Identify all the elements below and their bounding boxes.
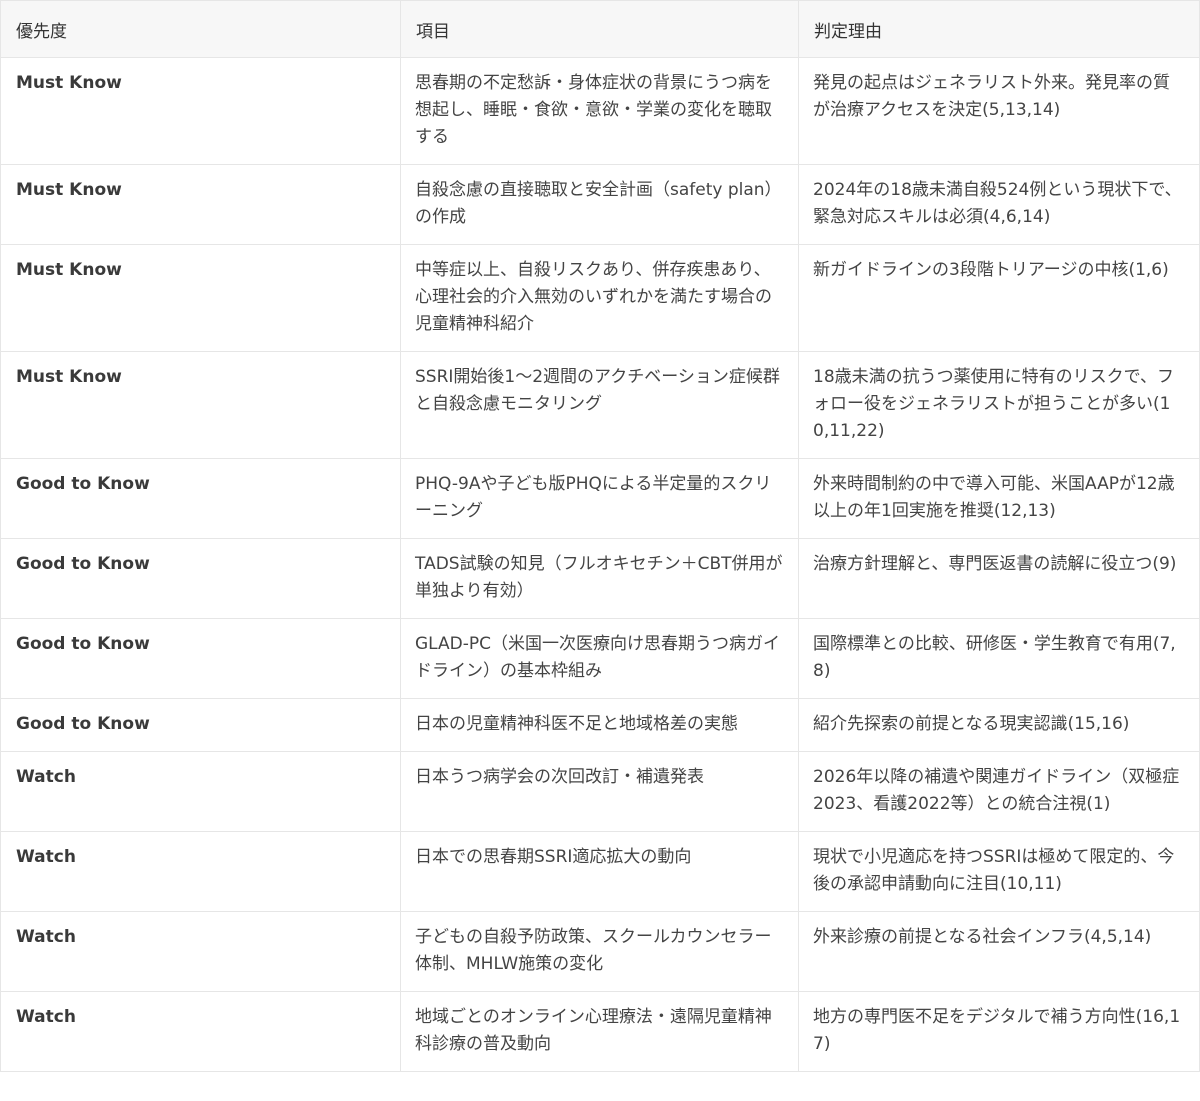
priority-cell: Good to Know (0, 618, 401, 699)
priority-cell: Must Know (0, 57, 401, 165)
table-row: Good to Know 日本の児童精神科医不足と地域格差の実態 紹介先探索の前… (0, 698, 1200, 752)
reason-cell: 新ガイドラインの3段階トリアージの中核(1,6) (798, 244, 1200, 352)
header-reason: 判定理由 (798, 0, 1200, 58)
table-row: Watch 日本うつ病学会の次回改訂・補遺発表 2026年以降の補遺や関連ガイド… (0, 751, 1200, 832)
priority-cell: Must Know (0, 244, 401, 352)
header-item: 項目 (400, 0, 799, 58)
reason-cell: 発見の起点はジェネラリスト外来。発見率の質が治療アクセスを決定(5,13,14) (798, 57, 1200, 165)
reason-cell: 治療方針理解と、専門医返書の読解に役立つ(9) (798, 538, 1200, 619)
table-row: Good to Know PHQ-9Aや子ども版PHQによる半定量的スクリーニン… (0, 458, 1200, 539)
priority-cell: Good to Know (0, 698, 401, 752)
table-row: Good to Know GLAD-PC（米国一次医療向け思春期うつ病ガイドライ… (0, 618, 1200, 699)
item-cell: 中等症以上、自殺リスクあり、併存疾患あり、心理社会的介入無効のいずれかを満たす場… (400, 244, 799, 352)
priority-table: 優先度 項目 判定理由 Must Know 思春期の不定愁訴・身体症状の背景にう… (0, 0, 1200, 1072)
priority-cell: Watch (0, 751, 401, 832)
header-priority: 優先度 (0, 0, 401, 58)
reason-cell: 現状で小児適応を持つSSRIは極めて限定的、今後の承認申請動向に注目(10,11… (798, 831, 1200, 912)
priority-cell: Good to Know (0, 538, 401, 619)
reason-cell: 2024年の18歳未満自殺524例という現状下で、緊急対応スキルは必須(4,6,… (798, 164, 1200, 245)
reason-cell: 紹介先探索の前提となる現実認識(15,16) (798, 698, 1200, 752)
priority-cell: Must Know (0, 164, 401, 245)
item-cell: 地域ごとのオンライン心理療法・遠隔児童精神科診療の普及動向 (400, 991, 799, 1072)
table-row: Watch 子どもの自殺予防政策、スクールカウンセラー体制、MHLW施策の変化 … (0, 911, 1200, 992)
table-row: Watch 日本での思春期SSRI適応拡大の動向 現状で小児適応を持つSSRIは… (0, 831, 1200, 912)
priority-cell: Watch (0, 911, 401, 992)
reason-cell: 2026年以降の補遺や関連ガイドライン（双極症2023、看護2022等）との統合… (798, 751, 1200, 832)
table-row: Must Know 自殺念慮の直接聴取と安全計画（safety plan）の作成… (0, 164, 1200, 245)
item-cell: 日本での思春期SSRI適応拡大の動向 (400, 831, 799, 912)
priority-cell: Watch (0, 991, 401, 1072)
reason-cell: 外来診療の前提となる社会インフラ(4,5,14) (798, 911, 1200, 992)
reason-cell: 国際標準との比較、研修医・学生教育で有用(7,8) (798, 618, 1200, 699)
item-cell: TADS試験の知見（フルオキセチン＋CBT併用が単独より有効） (400, 538, 799, 619)
table-row: Must Know 思春期の不定愁訴・身体症状の背景にうつ病を想起し、睡眠・食欲… (0, 57, 1200, 165)
table-row: Must Know 中等症以上、自殺リスクあり、併存疾患あり、心理社会的介入無効… (0, 244, 1200, 352)
item-cell: 自殺念慮の直接聴取と安全計画（safety plan）の作成 (400, 164, 799, 245)
reason-cell: 外来時間制約の中で導入可能、米国AAPが12歳以上の年1回実施を推奨(12,13… (798, 458, 1200, 539)
item-cell: PHQ-9Aや子ども版PHQによる半定量的スクリーニング (400, 458, 799, 539)
priority-cell: Must Know (0, 351, 401, 459)
table-row: Good to Know TADS試験の知見（フルオキセチン＋CBT併用が単独よ… (0, 538, 1200, 619)
table-row: Must Know SSRI開始後1〜2週間のアクチベーション症候群と自殺念慮モ… (0, 351, 1200, 459)
priority-cell: Watch (0, 831, 401, 912)
header-row: 優先度 項目 判定理由 (0, 0, 1200, 58)
item-cell: 日本うつ病学会の次回改訂・補遺発表 (400, 751, 799, 832)
reason-cell: 地方の専門医不足をデジタルで補う方向性(16,17) (798, 991, 1200, 1072)
item-cell: GLAD-PC（米国一次医療向け思春期うつ病ガイドライン）の基本枠組み (400, 618, 799, 699)
priority-cell: Good to Know (0, 458, 401, 539)
table-body: Must Know 思春期の不定愁訴・身体症状の背景にうつ病を想起し、睡眠・食欲… (0, 57, 1200, 1072)
table-header: 優先度 項目 判定理由 (0, 0, 1200, 58)
item-cell: SSRI開始後1〜2週間のアクチベーション症候群と自殺念慮モニタリング (400, 351, 799, 459)
item-cell: 子どもの自殺予防政策、スクールカウンセラー体制、MHLW施策の変化 (400, 911, 799, 992)
table-row: Watch 地域ごとのオンライン心理療法・遠隔児童精神科診療の普及動向 地方の専… (0, 991, 1200, 1072)
item-cell: 思春期の不定愁訴・身体症状の背景にうつ病を想起し、睡眠・食欲・意欲・学業の変化を… (400, 57, 799, 165)
reason-cell: 18歳未満の抗うつ薬使用に特有のリスクで、フォロー役をジェネラリストが担うことが… (798, 351, 1200, 459)
item-cell: 日本の児童精神科医不足と地域格差の実態 (400, 698, 799, 752)
